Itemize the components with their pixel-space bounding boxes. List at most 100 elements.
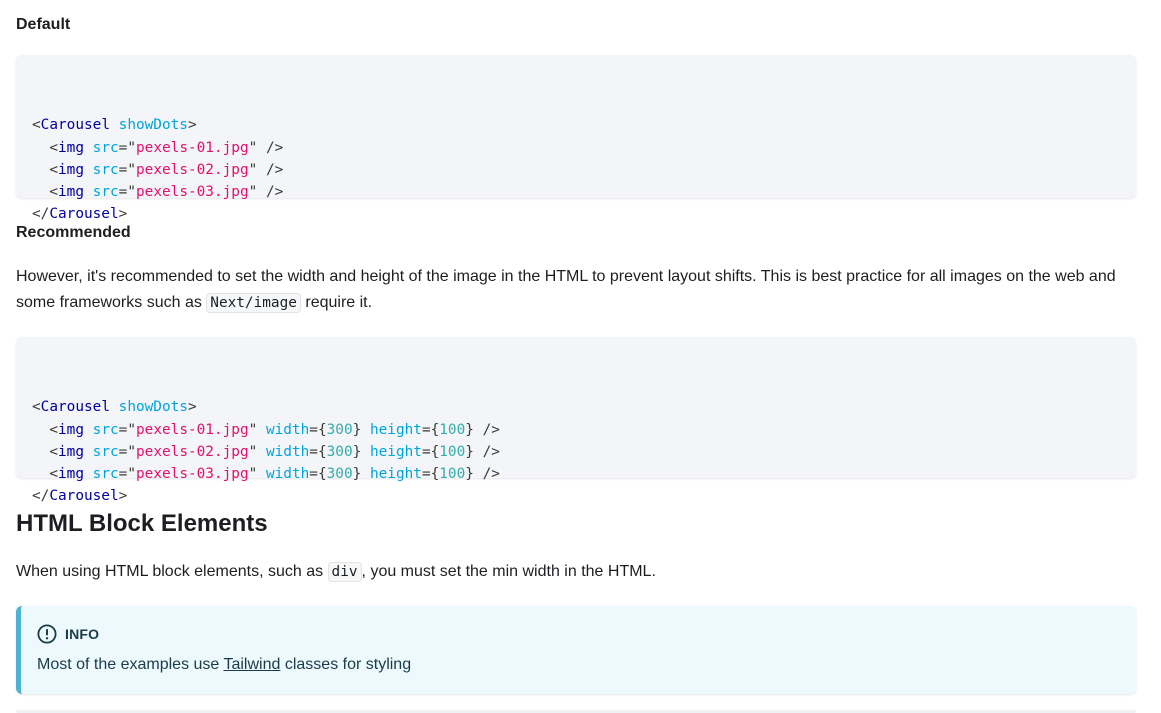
html-block-text-end: , you must set the min width in the HTML… — [361, 563, 656, 580]
admonition-label: INFO — [65, 626, 100, 642]
code-line: <Carousel showDots> — [32, 114, 1120, 136]
code-number: 300 — [326, 443, 353, 460]
code-line: <img src="pexels-01.jpg" /> — [32, 137, 1120, 159]
code-punctuation: ={ — [309, 443, 327, 460]
code-attribute: src — [92, 139, 119, 156]
recommended-text: However, it's recommended to set the wid… — [16, 268, 1116, 311]
code-punctuation — [84, 140, 93, 156]
code-tag-name: img — [58, 161, 84, 178]
code-line: <Carousel showDots> — [32, 396, 1120, 418]
html-block-text: When using HTML block elements, such as — [16, 563, 328, 580]
html-block-paragraph: When using HTML block elements, such as … — [16, 559, 1136, 585]
code-punctuation — [84, 422, 93, 438]
inline-code-div: div — [327, 562, 362, 582]
code-punctuation: } /> — [465, 443, 500, 460]
code-block-default[interactable]: <Carousel showDots> <img src="pexels-01.… — [16, 55, 1136, 222]
code-line: </Carousel> — [32, 203, 1120, 225]
inline-code-next-image: Next/image — [206, 293, 301, 313]
code-number: 100 — [439, 421, 466, 438]
code-attribute: showDots — [118, 399, 188, 416]
code-punctuation — [110, 399, 119, 415]
code-attribute: width — [265, 421, 310, 438]
admonition-text: Most of the examples use — [37, 656, 224, 673]
code-punctuation: < — [32, 421, 58, 438]
code-attribute: width — [265, 465, 310, 482]
code-punctuation: < — [32, 117, 41, 134]
code-punctuation: =" — [118, 183, 136, 200]
code-punctuation: < — [32, 399, 41, 416]
code-punctuation: < — [32, 139, 58, 156]
code-punctuation — [84, 162, 93, 178]
code-punctuation: ={ — [309, 421, 327, 438]
code-punctuation: < — [32, 183, 58, 200]
code-punctuation: } /> — [465, 421, 500, 438]
info-admonition: INFO Most of the examples use Tailwind c… — [16, 606, 1136, 694]
code-punctuation: > — [118, 206, 128, 223]
code-string: pexels-02.jpg — [136, 161, 249, 178]
code-punctuation: =" — [118, 443, 136, 460]
code-lines: <Carousel showDots> <img src="pexels-01.… — [32, 114, 1120, 225]
code-punctuation: > — [187, 399, 197, 416]
code-punctuation: =" — [118, 421, 136, 438]
code-punctuation — [110, 117, 119, 133]
code-punctuation: } /> — [465, 465, 500, 482]
code-tag-name: img — [58, 183, 84, 200]
code-punctuation: } — [352, 443, 370, 460]
code-tag-name: img — [58, 465, 84, 482]
code-tag-name: img — [58, 139, 84, 156]
code-attribute: src — [92, 161, 119, 178]
code-punctuation: =" — [118, 161, 136, 178]
code-string: pexels-01.jpg — [136, 421, 249, 438]
code-lines: <Carousel showDots> <img src="pexels-01.… — [32, 396, 1120, 507]
code-punctuation — [84, 184, 93, 200]
recommended-heading: Recommended — [16, 224, 131, 241]
code-punctuation — [84, 466, 93, 482]
recommended-paragraph: However, it's recommended to set the wid… — [16, 264, 1136, 316]
code-attribute: showDots — [118, 117, 188, 134]
code-punctuation: =" — [118, 465, 136, 482]
code-string: pexels-03.jpg — [136, 465, 249, 482]
code-punctuation: </ — [32, 206, 50, 223]
code-tag-name: img — [58, 443, 84, 460]
code-punctuation: < — [32, 443, 58, 460]
code-tag-name: Carousel — [40, 117, 110, 134]
code-string: pexels-03.jpg — [136, 183, 249, 200]
code-line: <img src="pexels-02.jpg" width={300} hei… — [32, 441, 1120, 463]
code-attribute: width — [265, 443, 310, 460]
code-line: <img src="pexels-02.jpg" /> — [32, 159, 1120, 181]
code-string: pexels-01.jpg — [136, 139, 249, 156]
code-punctuation: " — [248, 443, 266, 460]
admonition-heading: INFO — [37, 624, 99, 644]
code-punctuation: =" — [118, 139, 136, 156]
code-punctuation: " /> — [248, 161, 284, 178]
admonition-body: Most of the examples use Tailwind classe… — [37, 653, 411, 677]
code-punctuation: ={ — [421, 465, 440, 482]
code-punctuation: < — [32, 161, 58, 178]
default-heading: Default — [16, 16, 71, 33]
code-punctuation: } — [352, 465, 370, 482]
info-circle-icon — [37, 624, 57, 644]
code-line: <img src="pexels-01.jpg" width={300} hei… — [32, 419, 1120, 441]
code-attribute: src — [92, 421, 119, 438]
code-attribute: src — [92, 465, 119, 482]
code-punctuation: ={ — [421, 443, 440, 460]
code-punctuation: > — [118, 488, 128, 505]
code-tag-name: Carousel — [40, 399, 110, 416]
code-punctuation: " /> — [248, 183, 284, 200]
code-punctuation: </ — [32, 488, 50, 505]
code-number: 100 — [439, 465, 466, 482]
code-tag-name: Carousel — [49, 488, 119, 505]
code-punctuation: } — [352, 421, 370, 438]
code-punctuation: ={ — [309, 465, 327, 482]
code-number: 300 — [326, 465, 353, 482]
code-block-recommended[interactable]: <Carousel showDots> <img src="pexels-01.… — [16, 337, 1136, 504]
code-tag-name: img — [58, 421, 84, 438]
code-attribute: src — [92, 443, 119, 460]
code-line: <img src="pexels-03.jpg" width={300} hei… — [32, 463, 1120, 485]
code-punctuation: " — [248, 421, 266, 438]
code-attribute: height — [369, 465, 422, 482]
code-number: 100 — [439, 443, 466, 460]
recommended-text-end: require it. — [300, 294, 373, 311]
code-tag-name: Carousel — [49, 206, 119, 223]
tailwind-link[interactable]: Tailwind — [223, 656, 280, 673]
